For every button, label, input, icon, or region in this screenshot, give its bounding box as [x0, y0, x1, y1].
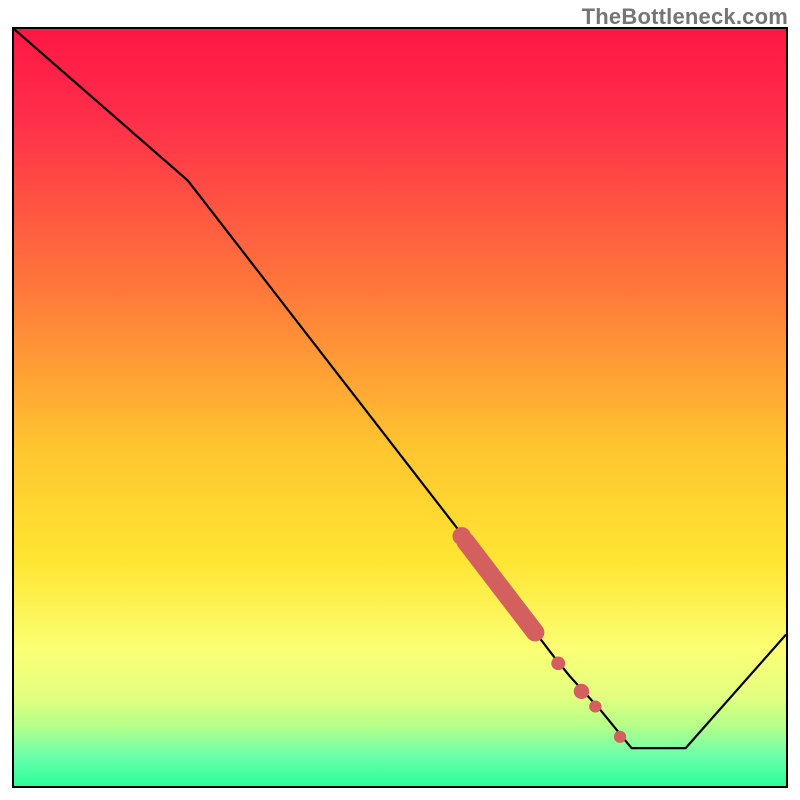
marker-dot-4 [614, 731, 626, 743]
marker-dot-3 [589, 700, 601, 712]
marker-dot-1 [551, 657, 565, 671]
chart-svg [14, 29, 786, 786]
chart-container: TheBottleneck.com [0, 0, 800, 800]
gradient-background [14, 29, 786, 786]
marker-dot-2 [574, 684, 589, 699]
plot-area [12, 27, 788, 788]
